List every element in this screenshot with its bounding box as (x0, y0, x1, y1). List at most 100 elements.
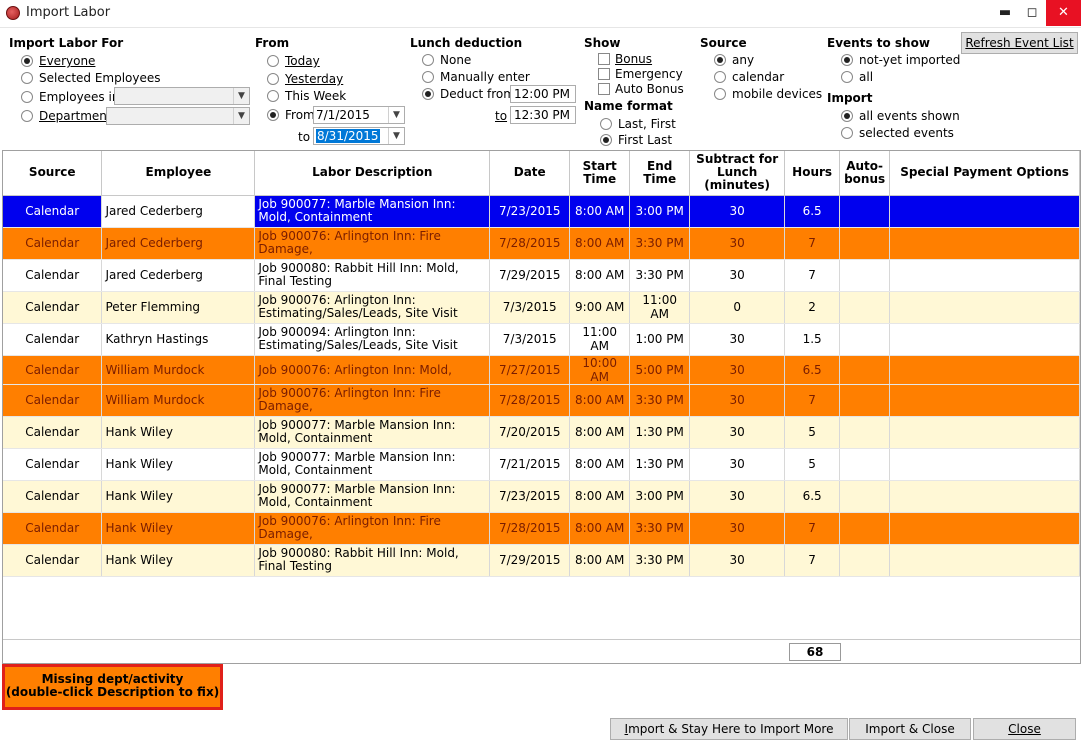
cell-hours[interactable]: 6.5 (784, 480, 841, 513)
cell-date[interactable]: 7/28/2015 (489, 227, 571, 260)
cell-end[interactable]: 3:00 PM (629, 195, 691, 228)
cell-special-payment[interactable] (889, 480, 1080, 513)
cell-date[interactable]: 7/21/2015 (489, 448, 571, 481)
radio-lunch-manual[interactable]: Manually enter (422, 69, 530, 85)
cell-start[interactable]: 8:00 AM (569, 480, 631, 513)
radio-source-calendar[interactable]: calendar (714, 69, 784, 85)
radio-employees-in[interactable]: Employees in (21, 89, 119, 105)
col-hours[interactable]: Hours (784, 151, 841, 196)
cell-date[interactable]: 7/23/2015 (489, 480, 571, 513)
refresh-event-list-button[interactable]: Refresh Event List (961, 32, 1078, 54)
table-row[interactable]: Calendar Hank Wiley Job 900077: Marble Man… (3, 480, 1080, 513)
cell-special-payment[interactable] (889, 384, 1080, 417)
lunch-to-time[interactable]: 12:30 PM (510, 106, 576, 124)
cell-source[interactable]: Calendar (3, 512, 103, 545)
lunch-from-time[interactable]: 12:00 PM (510, 85, 576, 103)
minimize-button[interactable]: ▬ (990, 0, 1020, 26)
cell-date[interactable]: 7/3/2015 (489, 323, 571, 356)
col-subtract-lunch[interactable]: Subtract for Lunch (minutes) (689, 151, 786, 196)
cell-employee[interactable]: Jared Cederberg (101, 195, 256, 228)
radio-lunch-none[interactable]: None (422, 52, 471, 68)
cell-end[interactable]: 3:00 PM (629, 480, 691, 513)
cell-source[interactable]: Calendar (3, 355, 103, 385)
cell-date[interactable]: 7/28/2015 (489, 512, 571, 545)
col-labor-description[interactable]: Labor Description (254, 151, 491, 196)
col-start-time[interactable]: Start Time (569, 151, 631, 196)
cell-end[interactable]: 1:30 PM (629, 448, 691, 481)
cell-end[interactable]: 3:30 PM (629, 259, 691, 292)
radio-events-all[interactable]: all (841, 69, 873, 85)
check-emergency[interactable]: Emergency (598, 66, 683, 82)
cell-source[interactable]: Calendar (3, 195, 103, 228)
cell-hours[interactable]: 7 (784, 544, 841, 577)
cell-source[interactable]: Calendar (3, 259, 103, 292)
cell-desc[interactable]: Job 900080: Rabbit Hill Inn: Mold, Final… (254, 544, 491, 577)
import-stay-button[interactable]: Import & Stay Here to Import More (610, 718, 848, 740)
table-row[interactable]: Calendar William Murdock Job 900076: Arlin… (3, 355, 1080, 385)
col-special-payment[interactable]: Special Payment Options (889, 151, 1080, 196)
cell-desc[interactable]: Job 900076: Arlington Inn: Fire Damage, (254, 384, 491, 417)
cell-desc[interactable]: Job 900076: Arlington Inn: Mold, (254, 355, 491, 385)
cell-employee[interactable]: William Murdock (101, 355, 256, 385)
cell-special-payment[interactable] (889, 259, 1080, 292)
cell-hours[interactable]: 7 (784, 512, 841, 545)
employees-in-dropdown[interactable]: ▼ (114, 87, 250, 105)
cell-desc[interactable]: Job 900077: Marble Mansion Inn: Mold, Co… (254, 480, 491, 513)
cell-special-payment[interactable] (889, 195, 1080, 228)
cell-desc[interactable]: Job 900080: Rabbit Hill Inn: Mold, Final… (254, 259, 491, 292)
table-row[interactable]: Calendar Jared Cederberg Job 900080: Rabbi… (3, 259, 1080, 292)
table-row[interactable]: Calendar Peter Flemming Job 900076: Arling… (3, 291, 1080, 324)
radio-not-yet-imported[interactable]: not-yet imported (841, 52, 960, 68)
cell-source[interactable]: Calendar (3, 384, 103, 417)
check-bonus[interactable]: Bonus (598, 51, 652, 67)
cell-source[interactable]: Calendar (3, 291, 103, 324)
cell-lunch[interactable]: 30 (689, 480, 786, 513)
cell-start[interactable]: 8:00 AM (569, 227, 631, 260)
department-dropdown[interactable]: ▼ (106, 107, 250, 125)
cell-auto-bonus[interactable] (839, 480, 891, 513)
cell-lunch[interactable]: 30 (689, 384, 786, 417)
cell-date[interactable]: 7/27/2015 (489, 355, 571, 385)
cell-special-payment[interactable] (889, 544, 1080, 577)
cell-start[interactable]: 8:00 AM (569, 448, 631, 481)
cell-desc[interactable]: Job 900076: Arlington Inn: Fire Damage, (254, 512, 491, 545)
cell-lunch[interactable]: 0 (689, 291, 786, 324)
radio-selected-events[interactable]: selected events (841, 125, 954, 141)
cell-auto-bonus[interactable] (839, 195, 891, 228)
cell-auto-bonus[interactable] (839, 448, 891, 481)
cell-auto-bonus[interactable] (839, 355, 891, 385)
cell-special-payment[interactable] (889, 416, 1080, 449)
cell-special-payment[interactable] (889, 512, 1080, 545)
cell-auto-bonus[interactable] (839, 416, 891, 449)
cell-lunch[interactable]: 30 (689, 323, 786, 356)
table-row[interactable]: Calendar Kathryn Hastings Job 900094: Arli… (3, 323, 1080, 356)
cell-employee[interactable]: Hank Wiley (101, 512, 256, 545)
radio-lunch-deduct[interactable]: Deduct from (422, 86, 515, 102)
col-auto-bonus[interactable]: Auto-bonus (839, 151, 891, 196)
from-date-picker[interactable]: 7/1/2015 ▼ (313, 106, 405, 124)
cell-source[interactable]: Calendar (3, 323, 103, 356)
cell-hours[interactable]: 5 (784, 416, 841, 449)
cell-lunch[interactable]: 30 (689, 355, 786, 385)
cell-special-payment[interactable] (889, 323, 1080, 356)
col-source[interactable]: Source (3, 151, 103, 196)
cell-hours[interactable]: 5 (784, 448, 841, 481)
to-date-picker[interactable]: 8/31/2015 ▼ (313, 127, 405, 145)
table-row[interactable]: Calendar Hank Wiley Job 900080: Rabbit Hil… (3, 544, 1080, 577)
cell-lunch[interactable]: 30 (689, 259, 786, 292)
table-row[interactable]: Calendar Hank Wiley Job 900076: Arlington … (3, 512, 1080, 545)
cell-start[interactable]: 8:00 AM (569, 544, 631, 577)
cell-hours[interactable]: 6.5 (784, 195, 841, 228)
cell-special-payment[interactable] (889, 355, 1080, 385)
cell-auto-bonus[interactable] (839, 291, 891, 324)
cell-auto-bonus[interactable] (839, 512, 891, 545)
cell-lunch[interactable]: 30 (689, 227, 786, 260)
cell-employee[interactable]: Hank Wiley (101, 480, 256, 513)
cell-desc[interactable]: Job 900077: Marble Mansion Inn: Mold, Co… (254, 195, 491, 228)
cell-end[interactable]: 3:30 PM (629, 384, 691, 417)
cell-source[interactable]: Calendar (3, 448, 103, 481)
table-row[interactable]: Calendar William Murdock Job 900076: Arlin… (3, 384, 1080, 417)
cell-start[interactable]: 8:00 AM (569, 195, 631, 228)
radio-first-last[interactable]: First Last (600, 132, 672, 148)
cell-start[interactable]: 8:00 AM (569, 416, 631, 449)
